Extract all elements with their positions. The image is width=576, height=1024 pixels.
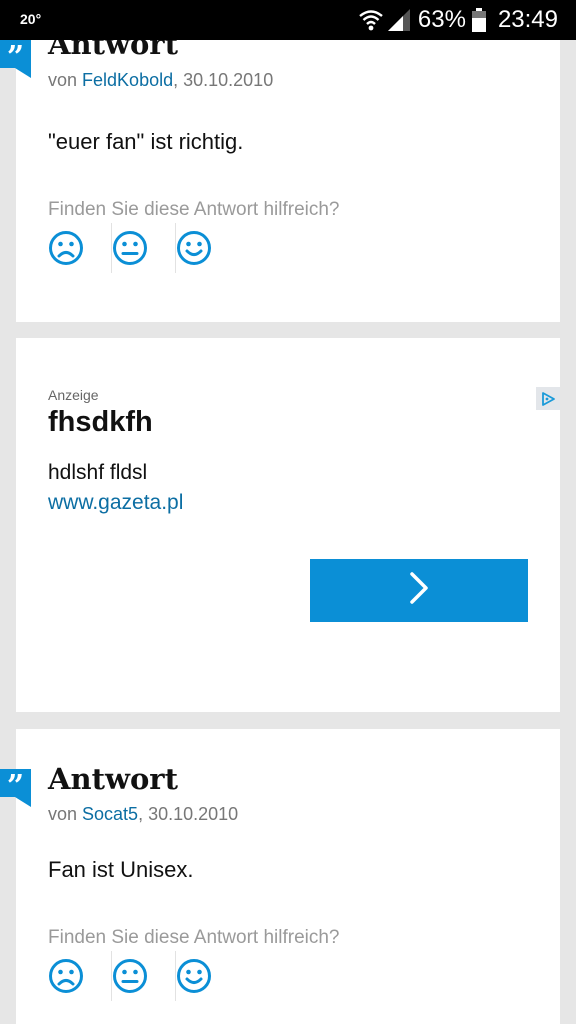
neutral-face-icon xyxy=(112,230,148,266)
clock: 23:49 xyxy=(497,6,558,33)
status-icons: 63% 23:49 xyxy=(358,6,558,34)
rate-neutral-button[interactable] xyxy=(112,223,176,273)
signal-icon xyxy=(387,9,410,31)
ad-title[interactable]: fhsdkfh xyxy=(48,406,153,439)
status-bar: 20° 63% 23:49 xyxy=(0,0,576,40)
temperature-indicator: 20° xyxy=(20,11,42,27)
ad-url-link[interactable]: www.gazeta.pl xyxy=(48,491,183,515)
answer-text: Fan ist Unisex. xyxy=(48,857,194,882)
chevron-right-icon xyxy=(407,571,431,610)
answer-title: Antwort xyxy=(48,762,178,796)
rating-buttons xyxy=(48,223,240,273)
answer-meta: von FeldKobold, 30.10.2010 xyxy=(48,70,273,91)
ad-choices-icon[interactable] xyxy=(536,387,560,410)
rate-neutral-button[interactable] xyxy=(112,951,176,1001)
quote-icon: ” xyxy=(0,769,31,807)
wifi-icon xyxy=(358,8,384,32)
rate-unhelpful-button[interactable] xyxy=(48,223,112,273)
rate-helpful-button[interactable] xyxy=(176,951,240,1001)
ad-open-button[interactable] xyxy=(310,559,528,622)
sad-face-icon xyxy=(48,958,84,994)
sad-face-icon xyxy=(48,230,84,266)
ad-card: Anzeige fhsdkfh hdlshf fldsl www.gazeta.… xyxy=(16,338,560,712)
answer-date: , 30.10.2010 xyxy=(173,70,274,90)
rate-unhelpful-button[interactable] xyxy=(48,951,112,1001)
happy-face-icon xyxy=(176,230,212,266)
rate-helpful-button[interactable] xyxy=(176,223,240,273)
neutral-face-icon xyxy=(112,958,148,994)
happy-face-icon xyxy=(176,958,212,994)
author-prefix: von xyxy=(48,70,83,90)
battery-icon xyxy=(471,8,486,32)
ad-label: Anzeige xyxy=(48,387,99,403)
author-link[interactable]: FeldKobold xyxy=(82,70,173,90)
battery-percentage: 63% xyxy=(417,6,466,33)
answer-date: , 30.10.2010 xyxy=(138,804,239,824)
author-prefix: von xyxy=(48,804,83,824)
helpful-question: Finden Sie diese Antwort hilfreich? xyxy=(48,199,340,220)
author-link[interactable]: Socat5 xyxy=(82,804,138,824)
helpful-question: Finden Sie diese Antwort hilfreich? xyxy=(48,927,340,948)
answer-card: ” Antwort von FeldKobold, 30.10.2010 "eu… xyxy=(0,0,560,322)
rating-buttons xyxy=(48,951,240,1001)
ad-description: hdlshf fldsl xyxy=(48,461,148,484)
answer-text: "euer fan" ist richtig. xyxy=(48,129,244,154)
quote-icon: ” xyxy=(0,40,31,78)
answer-meta: von Socat5, 30.10.2010 xyxy=(48,804,238,825)
answer-card: ” Antwort von Socat5, 30.10.2010 Fan ist… xyxy=(0,729,560,1024)
